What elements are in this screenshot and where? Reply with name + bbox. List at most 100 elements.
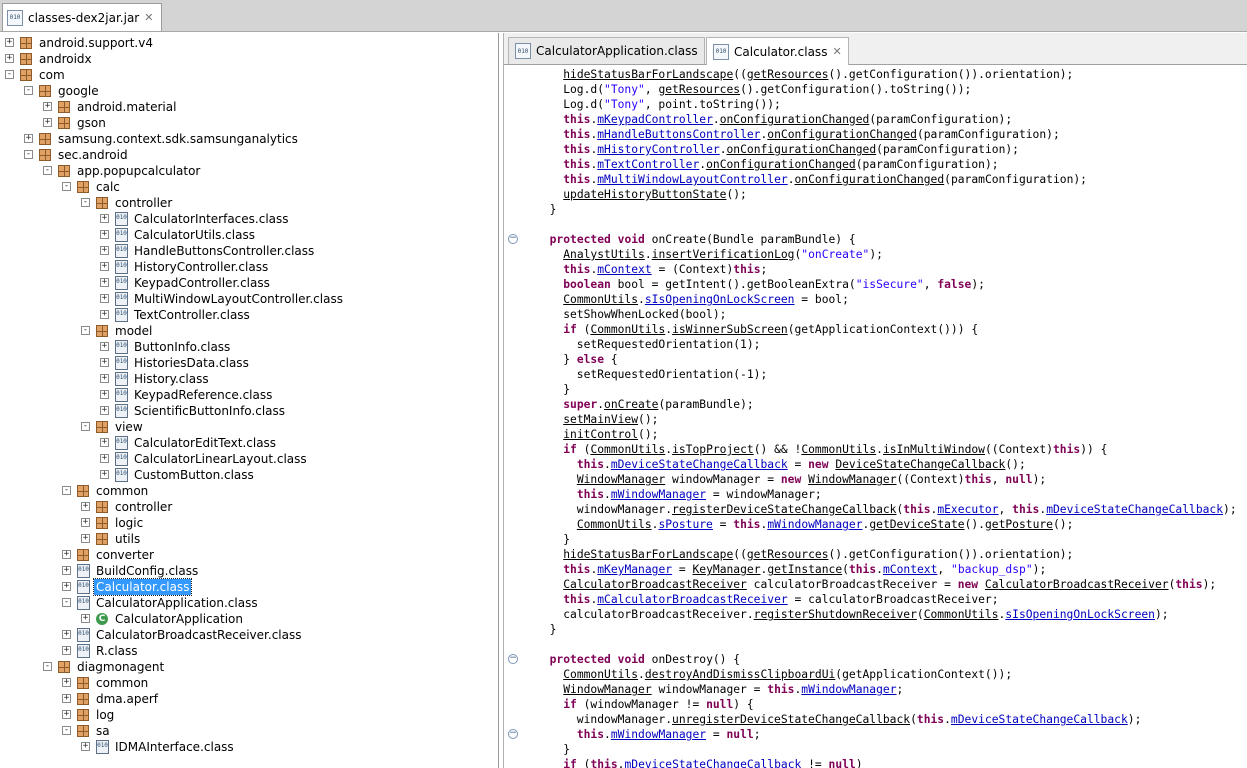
jar-file-tab[interactable]: 010 classes-dex2jar.jar ✕ — [2, 3, 163, 31]
package-explorer-tree[interactable]: + android.support.v4 + androidx - com - google +… — [0, 33, 499, 768]
expand-toggle-icon[interactable]: + — [62, 582, 71, 591]
tree-node-label[interactable]: Calculator.class — [92, 578, 193, 596]
tree-class-node[interactable]: -010 CalculatorApplication.class — [0, 595, 498, 611]
expand-toggle-icon[interactable]: + — [100, 390, 109, 399]
tree-node-label[interactable]: CalculatorUtils.class — [132, 227, 257, 243]
expand-toggle-icon[interactable]: + — [100, 454, 109, 463]
expand-toggle-icon[interactable]: + — [100, 246, 109, 255]
tree-package-node[interactable]: + android.support.v4 — [0, 35, 498, 51]
collapse-toggle-icon[interactable]: - — [43, 166, 52, 175]
expand-toggle-icon[interactable]: + — [100, 358, 109, 367]
tree-class-node[interactable]: +010 MultiWindowLayoutController.class — [0, 291, 498, 307]
tree-package-node[interactable]: - google — [0, 83, 498, 99]
tree-node-label[interactable]: google — [56, 83, 101, 99]
tree-package-node[interactable]: + dma.aperf — [0, 691, 498, 707]
tree-node-label[interactable]: History.class — [132, 371, 211, 387]
tree-node-label[interactable]: KeypadController.class — [132, 275, 272, 291]
tree-node-label[interactable]: dma.aperf — [94, 691, 160, 707]
tree-node-label[interactable]: converter — [94, 547, 156, 563]
tree-class-node[interactable]: +010 CustomButton.class — [0, 467, 498, 483]
tree-package-node[interactable]: - view — [0, 419, 498, 435]
tree-node-label[interactable]: ScientificButtonInfo.class — [132, 403, 287, 419]
tree-node-label[interactable]: CalculatorApplication — [113, 611, 245, 627]
tree-class-node[interactable]: +010 CalculatorEditText.class — [0, 435, 498, 451]
expand-toggle-icon[interactable]: + — [81, 534, 90, 543]
expand-toggle-icon[interactable]: + — [62, 566, 71, 575]
tree-node-label[interactable]: ButtonInfo.class — [132, 339, 232, 355]
tree-package-node[interactable]: + common — [0, 675, 498, 691]
tree-node-label[interactable]: controller — [113, 195, 174, 211]
tree-node-label[interactable]: CalculatorInterfaces.class — [132, 211, 291, 227]
expand-toggle-icon[interactable]: + — [100, 230, 109, 239]
collapse-toggle-icon[interactable]: - — [81, 326, 90, 335]
tree-class-node[interactable]: +010 CalculatorInterfaces.class — [0, 211, 498, 227]
tree-package-node[interactable]: + logic — [0, 515, 498, 531]
tree-node-label[interactable]: samsung.context.sdk.samsunganalytics — [56, 131, 300, 147]
close-icon[interactable]: ✕ — [144, 11, 153, 24]
collapse-toggle-icon[interactable]: - — [24, 86, 33, 95]
expand-toggle-icon[interactable]: + — [62, 630, 71, 639]
tree-class-node[interactable]: +010 Calculator.class — [0, 578, 498, 596]
collapse-toggle-icon[interactable]: - — [62, 598, 71, 607]
expand-toggle-icon[interactable]: + — [62, 646, 71, 655]
tree-node-label[interactable]: R.class — [94, 643, 140, 659]
tree-package-node[interactable]: + utils — [0, 531, 498, 547]
code-area[interactable]: −−−− hideStatusBarForLandscape((getResou… — [504, 67, 1247, 768]
tree-class-node[interactable]: +010 HandleButtonsController.class — [0, 243, 498, 259]
tree-class-node[interactable]: +010 ScientificButtonInfo.class — [0, 403, 498, 419]
tree-node-label[interactable]: HistoryController.class — [132, 259, 270, 275]
collapse-toggle-icon[interactable]: - — [24, 150, 33, 159]
expand-toggle-icon[interactable]: + — [100, 342, 109, 351]
tree-node-label[interactable]: MultiWindowLayoutController.class — [132, 291, 345, 307]
expand-toggle-icon[interactable]: + — [100, 214, 109, 223]
tree-class-node[interactable]: +010 TextController.class — [0, 307, 498, 323]
tree-class-node[interactable]: + C CalculatorApplication — [0, 611, 498, 627]
tree-node-label[interactable]: CalculatorBroadcastReceiver.class — [94, 627, 303, 643]
collapse-toggle-icon[interactable]: - — [81, 422, 90, 431]
tree-class-node[interactable]: +010 HistoriesData.class — [0, 355, 498, 371]
tree-package-node[interactable]: - sa — [0, 723, 498, 739]
tree-class-node[interactable]: +010 BuildConfig.class — [0, 563, 498, 579]
tree-package-node[interactable]: - calc — [0, 179, 498, 195]
tree-node-label[interactable]: HistoriesData.class — [132, 355, 251, 371]
tree-package-node[interactable]: + androidx — [0, 51, 498, 67]
tab-calculatorapplication-class[interactable]: 010 CalculatorApplication.class — [508, 37, 705, 64]
collapse-toggle-icon[interactable]: - — [62, 726, 71, 735]
tree-package-node[interactable]: - controller — [0, 195, 498, 211]
expand-toggle-icon[interactable]: + — [100, 406, 109, 415]
tree-node-label[interactable]: common — [94, 675, 150, 691]
tab-calculator-class[interactable]: 010 Calculator.class ✕ — [706, 37, 849, 65]
tree-package-node[interactable]: + android.material — [0, 99, 498, 115]
tree-node-label[interactable]: KeypadReference.class — [132, 387, 274, 403]
tree-node-label[interactable]: CalculatorEditText.class — [132, 435, 278, 451]
tree-node-label[interactable]: androidx — [37, 51, 94, 67]
tree-node-label[interactable]: sec.android — [56, 147, 130, 163]
tree-node-label[interactable]: TextController.class — [132, 307, 252, 323]
tree-package-node[interactable]: + log — [0, 707, 498, 723]
tree-node-label[interactable]: gson — [75, 115, 108, 131]
expand-toggle-icon[interactable]: + — [43, 118, 52, 127]
tree-node-label[interactable]: calc — [94, 179, 122, 195]
tree-node-label[interactable]: model — [113, 323, 154, 339]
fold-toggle-icon[interactable]: − — [508, 729, 518, 739]
tree-node-label[interactable]: com — [37, 67, 67, 83]
tree-node-label[interactable]: sa — [94, 723, 112, 739]
tree-package-node[interactable]: + samsung.context.sdk.samsunganalytics — [0, 131, 498, 147]
expand-toggle-icon[interactable]: + — [62, 550, 71, 559]
tree-node-label[interactable]: CustomButton.class — [132, 467, 256, 483]
tree-node-label[interactable]: controller — [113, 499, 174, 515]
tree-package-node[interactable]: + controller — [0, 499, 498, 515]
tree-class-node[interactable]: +010 KeypadReference.class — [0, 387, 498, 403]
tree-node-label[interactable]: CalculatorLinearLayout.class — [132, 451, 309, 467]
collapse-toggle-icon[interactable]: - — [62, 182, 71, 191]
expand-toggle-icon[interactable]: + — [62, 694, 71, 703]
tree-class-node[interactable]: +010 KeypadController.class — [0, 275, 498, 291]
expand-toggle-icon[interactable]: + — [62, 710, 71, 719]
tree-class-node[interactable]: +010 CalculatorUtils.class — [0, 227, 498, 243]
tree-package-node[interactable]: + gson — [0, 115, 498, 131]
tree-node-label[interactable]: BuildConfig.class — [94, 563, 200, 579]
tree-class-node[interactable]: +010 ButtonInfo.class — [0, 339, 498, 355]
collapse-toggle-icon[interactable]: - — [62, 486, 71, 495]
tree-node-label[interactable]: android.support.v4 — [37, 35, 155, 51]
fold-toggle-icon[interactable]: − — [508, 654, 518, 664]
